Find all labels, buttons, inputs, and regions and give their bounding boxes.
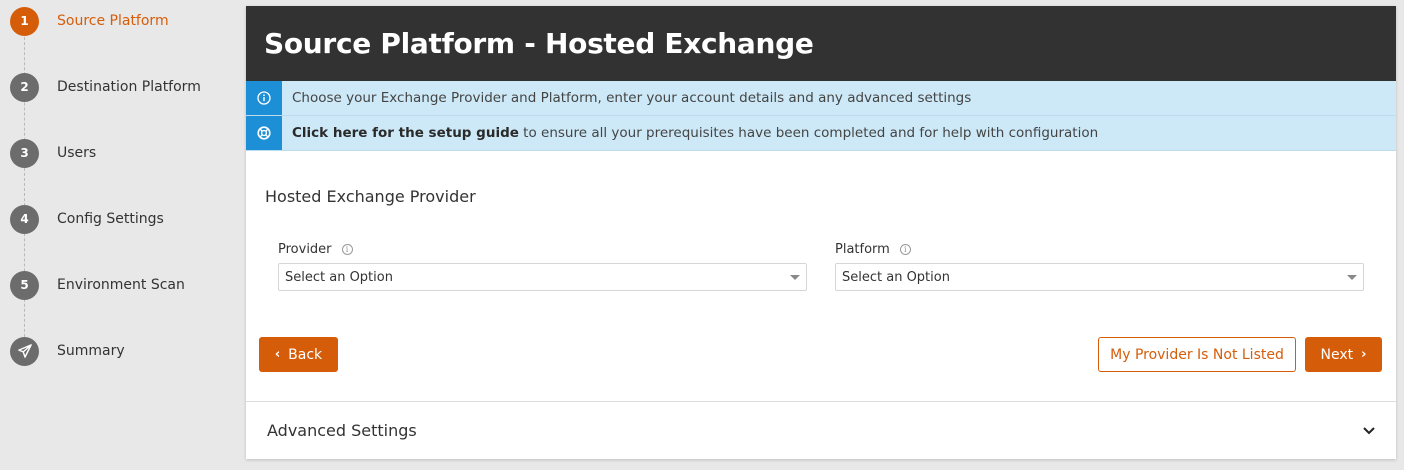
main-card: Source Platform - Hosted Exchange Choose… (246, 6, 1396, 459)
provider-label-row: Provider i (278, 242, 807, 257)
step-number-badge: 4 (10, 204, 39, 234)
setup-guide-link[interactable]: Click here for the setup guide (292, 125, 519, 141)
lifebuoy-icon (246, 116, 282, 150)
info-text: Choose your Exchange Provider and Platfo… (292, 90, 972, 106)
step-number-badge: 5 (10, 270, 39, 300)
setup-guide-rest: to ensure all your prerequisites have be… (518, 125, 1099, 141)
paper-plane-icon (10, 336, 39, 366)
step-summary[interactable]: Summary (10, 336, 230, 366)
section-title: Hosted Exchange Provider (265, 187, 476, 206)
chevron-right-icon: › (1361, 347, 1367, 362)
chevron-down-icon (1347, 274, 1357, 280)
step-label: Users (57, 145, 97, 161)
step-source-platform[interactable]: 1 Source Platform (10, 6, 230, 36)
setup-guide-text: Click here for the setup guide to ensure… (282, 125, 1098, 141)
back-button-label: Back (288, 346, 323, 363)
platform-label-row: Platform i (835, 242, 1364, 257)
step-label: Environment Scan (57, 277, 185, 293)
page-title: Source Platform - Hosted Exchange (264, 27, 814, 60)
setup-guide-banner: Click here for the setup guide to ensure… (246, 116, 1396, 151)
next-button-label: Next (1320, 346, 1354, 363)
step-destination-platform[interactable]: 2 Destination Platform (10, 72, 230, 102)
step-label: Config Settings (57, 211, 164, 227)
info-banner: Choose your Exchange Provider and Platfo… (246, 81, 1396, 116)
platform-label: Platform (835, 242, 890, 257)
advanced-settings-label: Advanced Settings (267, 421, 417, 440)
back-button[interactable]: ‹ Back (259, 337, 338, 372)
step-label: Destination Platform (57, 79, 201, 95)
step-label: Source Platform (57, 13, 169, 29)
step-number-badge: 1 (10, 6, 39, 36)
step-environment-scan[interactable]: 5 Environment Scan (10, 270, 230, 300)
next-button[interactable]: Next › (1305, 337, 1382, 372)
chevron-down-icon (790, 274, 800, 280)
provider-not-listed-button[interactable]: My Provider Is Not Listed (1098, 337, 1296, 372)
advanced-settings-toggle[interactable]: Advanced Settings (246, 402, 1396, 459)
step-config-settings[interactable]: 4 Config Settings (10, 204, 230, 234)
provider-label: Provider (278, 242, 332, 257)
platform-field: Platform i Select an Option (835, 242, 1364, 291)
step-users[interactable]: 3 Users (10, 138, 230, 168)
step-number-badge: 2 (10, 72, 39, 102)
chevron-down-icon (1363, 422, 1375, 440)
provider-field: Provider i Select an Option (278, 242, 807, 291)
info-circle-icon (246, 81, 282, 115)
page-header: Source Platform - Hosted Exchange (246, 6, 1396, 81)
provider-help-icon[interactable]: i (341, 244, 353, 255)
platform-select[interactable]: Select an Option (835, 263, 1364, 291)
platform-select-value: Select an Option (842, 269, 950, 285)
step-sidebar: 1 Source Platform 2 Destination Platform… (0, 0, 240, 470)
provider-select[interactable]: Select an Option (278, 263, 807, 291)
step-label: Summary (57, 343, 125, 359)
provider-select-value: Select an Option (285, 269, 393, 285)
platform-help-icon[interactable]: i (899, 244, 911, 255)
chevron-left-icon: ‹ (274, 347, 281, 362)
step-number-badge: 3 (10, 138, 39, 168)
